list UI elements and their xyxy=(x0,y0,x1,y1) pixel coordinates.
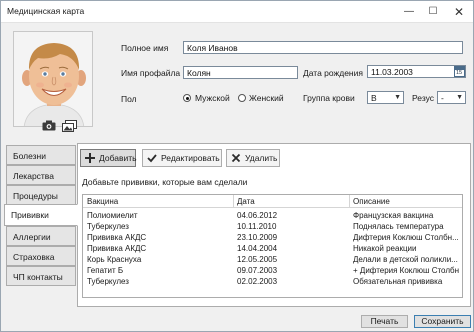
blood-group-select[interactable]: B ▼ xyxy=(367,91,404,104)
rhesus-select[interactable]: - ▼ xyxy=(437,91,466,104)
tab-emergency-contacts[interactable]: ЧП контакты xyxy=(6,266,76,286)
tab-insurance[interactable]: Страховка xyxy=(6,246,76,266)
username-input[interactable]: Колян xyxy=(183,66,298,79)
cell-vaccine: Полиомиелит xyxy=(87,211,138,220)
cell-description: Делали в детской поликли... xyxy=(353,255,458,264)
cell-vaccine: Туберкулез xyxy=(87,277,129,286)
dropdown-arrow-icon: ▼ xyxy=(456,94,463,101)
cell-description: + Дифтерия Коклюш Столбн... xyxy=(353,266,459,275)
table-row[interactable]: Прививка АКДС 14.04.2004 Никакой реакции xyxy=(83,244,462,254)
rhesus-value: - xyxy=(441,93,444,103)
check-icon xyxy=(147,153,157,163)
edit-button[interactable]: Редактировать xyxy=(142,149,222,167)
column-header-date[interactable]: Дата xyxy=(237,197,255,206)
table-row[interactable]: Корь Краснуха 12.05.2005 Делали в детско… xyxy=(83,255,462,265)
cell-date: 12.05.2005 xyxy=(237,255,278,264)
calendar-day: 15 xyxy=(456,70,463,76)
table-header: Вакцина Дата Описание xyxy=(83,195,462,208)
tab-procedures[interactable]: Процедуры xyxy=(6,185,76,205)
close-button[interactable]: ✕ xyxy=(447,1,471,22)
table-row[interactable]: Туберкулез 10.11.2010 Поднялась температ… xyxy=(83,222,462,232)
table-row[interactable]: Гепатит Б 09.07.2003 + Дифтерия Коклюш С… xyxy=(83,266,462,276)
column-header-vaccine[interactable]: Вакцина xyxy=(87,197,118,206)
cell-date: 04.06.2012 xyxy=(237,211,278,220)
tab-medications[interactable]: Лекарства xyxy=(6,165,76,185)
cell-date: 14.04.2004 xyxy=(237,244,278,253)
add-button[interactable]: Добавить xyxy=(80,149,137,167)
cell-vaccine: Прививка АКДС xyxy=(87,244,147,253)
print-button[interactable]: Печать xyxy=(361,315,408,328)
pictures-icon[interactable] xyxy=(61,119,77,132)
table-row[interactable]: Полиомиелит 04.06.2012 Французская вакци… xyxy=(83,211,462,221)
table-row[interactable]: Прививка АКДС 23.10.2009 Дифтерия Коклюш… xyxy=(83,233,462,243)
cell-vaccine: Корь Краснуха xyxy=(87,255,142,264)
edit-button-label: Редактировать xyxy=(161,153,220,163)
gender-female-label: Женский xyxy=(249,93,284,103)
blood-group-label: Группа крови xyxy=(303,93,355,103)
cell-vaccine: Прививка АКДС xyxy=(87,233,147,242)
minimize-button[interactable]: — xyxy=(397,1,421,22)
username-label: Имя профайла xyxy=(121,68,181,78)
tab-allergies[interactable]: Аллергии xyxy=(6,226,76,246)
vaccinations-table: Вакцина Дата Описание Полиомиелит 04.06.… xyxy=(82,194,463,298)
rhesus-label: Резус xyxy=(412,93,435,103)
birth-date-value: 11.03.2003 xyxy=(371,67,413,77)
x-icon xyxy=(231,153,241,163)
birth-date-input[interactable]: 11.03.2003 xyxy=(367,65,466,78)
blood-group-value: B xyxy=(371,93,377,103)
gender-female-radio[interactable] xyxy=(238,94,246,102)
birth-date-label: Дата рождения xyxy=(303,68,363,78)
tab-illnesses[interactable]: Болезни xyxy=(6,145,76,165)
delete-button-label: Удалить xyxy=(245,153,278,163)
table-row[interactable]: Туберкулез 02.02.2003 Обязательная приви… xyxy=(83,277,462,287)
add-button-label: Добавить xyxy=(99,153,137,163)
cell-date: 02.02.2003 xyxy=(237,277,278,286)
profile-photo xyxy=(13,31,93,127)
cell-description: Обязательная прививка xyxy=(353,277,443,286)
maximize-button[interactable]: ☐ xyxy=(421,1,445,22)
tab-vaccinations[interactable]: Прививки xyxy=(4,204,78,226)
gender-male-radio[interactable] xyxy=(183,94,191,102)
calendar-icon[interactable]: 15 xyxy=(454,66,465,77)
plus-icon xyxy=(85,153,95,163)
cell-date: 23.10.2009 xyxy=(237,233,278,242)
title-bar: Медицинская карта — ☐ ✕ xyxy=(1,1,473,23)
delete-button[interactable]: Удалить xyxy=(226,149,280,167)
column-header-description[interactable]: Описание xyxy=(353,197,390,206)
full-name-input[interactable]: Коля Иванов xyxy=(183,41,463,54)
vaccinations-prompt: Добавьте прививки, которые вам сделали xyxy=(82,177,248,187)
cell-date: 10.11.2010 xyxy=(237,222,277,231)
dropdown-arrow-icon: ▼ xyxy=(394,94,401,101)
app-window: Медицинская карта — ☐ ✕ Полное имя Коля … xyxy=(0,0,474,332)
cell-description: Никакой реакции xyxy=(353,244,417,253)
cell-description: Поднялась температура xyxy=(353,222,444,231)
save-button[interactable]: Сохранить xyxy=(414,315,471,328)
window-title: Медицинская карта xyxy=(7,6,85,16)
cell-vaccine: Туберкулез xyxy=(87,222,129,231)
cell-description: Дифтерия Коклюш Столбн... xyxy=(353,233,459,242)
cell-vaccine: Гепатит Б xyxy=(87,266,124,275)
full-name-label: Полное имя xyxy=(121,43,169,53)
cell-date: 09.07.2003 xyxy=(237,266,278,275)
gender-male-label: Мужской xyxy=(195,93,230,103)
gender-label: Пол xyxy=(121,94,137,104)
cell-description: Французская вакцина xyxy=(353,211,434,220)
child-portrait-image xyxy=(14,32,92,126)
camera-icon[interactable] xyxy=(41,119,57,132)
